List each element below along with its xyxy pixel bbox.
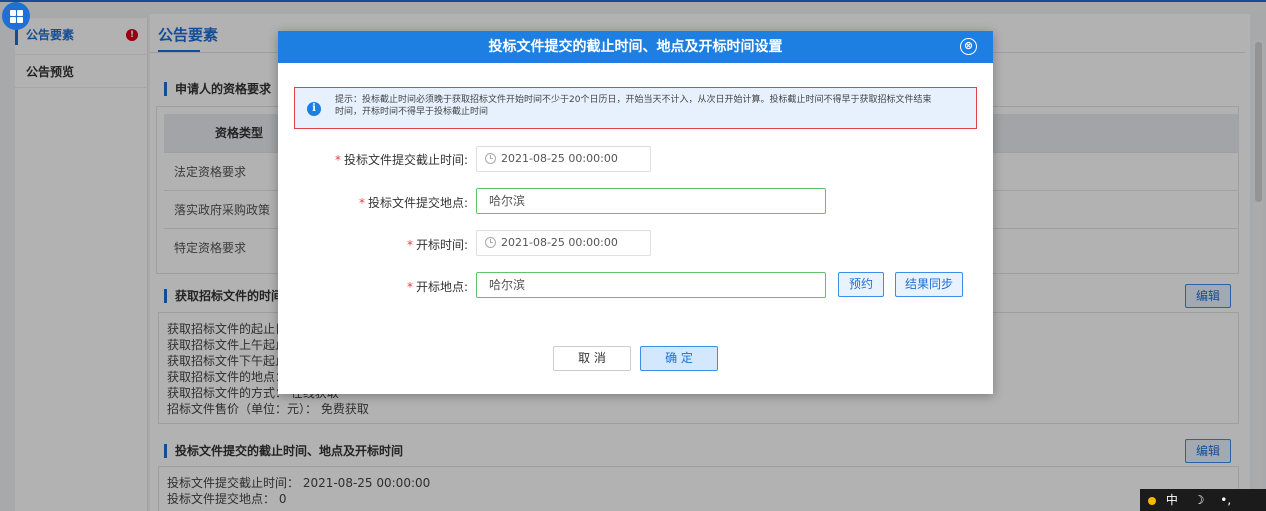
tip-box: i 提示：投标截止时间必须晚于获取招标文件开始时间不少于20个日历日，开始当天不… xyxy=(294,87,977,129)
sync-result-button[interactable]: 结果同步 xyxy=(895,272,963,297)
tip-text-line: 时间，开标时间不得早于投标截止时间 xyxy=(335,107,489,117)
open-place-input[interactable]: 哈尔滨 xyxy=(476,272,826,298)
label-open-place: * 开标地点: xyxy=(406,280,468,294)
clock-icon xyxy=(485,153,496,164)
punctuation-icon[interactable]: •, xyxy=(1220,489,1231,511)
dialog-header: 投标文件提交的截止时间、地点及开标时间设置 ⊗ xyxy=(278,31,993,63)
ime-language-toggle[interactable]: 中 xyxy=(1166,489,1178,511)
deadline-settings-dialog: 投标文件提交的截止时间、地点及开标时间设置 ⊗ i 提示：投标截止时间必须晚于获… xyxy=(278,31,993,394)
tip-text-line: 提示：投标截止时间必须晚于获取招标文件开始时间不少于20个日历日，开始当天不计入… xyxy=(335,95,932,105)
label-open-time: * 开标时间: xyxy=(406,238,468,252)
confirm-button[interactable]: 确 定 xyxy=(640,346,718,371)
app-grid-icon[interactable] xyxy=(2,2,30,30)
open-time-input[interactable]: 2021-08-25 00:00:00 xyxy=(476,230,651,256)
label-submit-place: * 投标文件提交地点: xyxy=(358,196,468,210)
ime-status-icon[interactable] xyxy=(1148,496,1156,505)
info-icon: i xyxy=(307,102,321,116)
dialog-title: 投标文件提交的截止时间、地点及开标时间设置 xyxy=(488,39,783,55)
cancel-button[interactable]: 取 消 xyxy=(553,346,631,371)
close-icon[interactable]: ⊗ xyxy=(960,38,977,55)
clock-icon xyxy=(485,237,496,248)
reserve-button[interactable]: 预约 xyxy=(838,272,884,297)
label-submit-deadline: * 投标文件提交截止时间: xyxy=(334,153,468,167)
submit-deadline-input[interactable]: 2021-08-25 00:00:00 xyxy=(476,146,651,172)
ime-toolbar: 中 ☽ •, 🔧 xyxy=(1140,489,1266,511)
moon-icon[interactable]: ☽ xyxy=(1194,489,1205,511)
submit-place-input[interactable]: 哈尔滨 xyxy=(476,188,826,214)
